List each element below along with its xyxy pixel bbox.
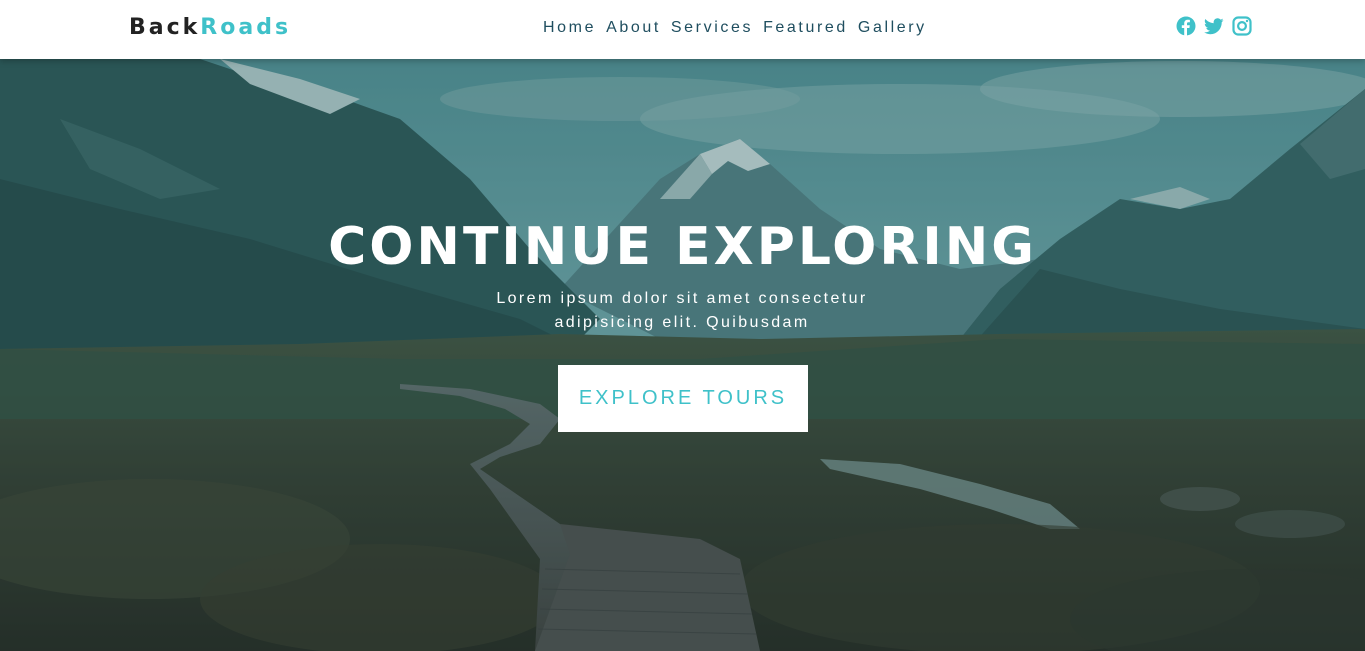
- hero-subtitle-line2: adipisicing elit. Quibusdam: [554, 314, 810, 331]
- facebook-icon[interactable]: [1176, 16, 1196, 36]
- hero-background-image: [0, 59, 1365, 651]
- nav-links: Home About Services Featured Gallery: [543, 18, 927, 38]
- hero-section: CONTINUE EXPLORING Lorem ipsum dolor sit…: [0, 59, 1365, 651]
- navbar: BackRoads Home About Services Featured G…: [0, 0, 1365, 59]
- brand-logo[interactable]: BackRoads: [129, 14, 291, 42]
- explore-tours-button[interactable]: EXPLORE TOURS: [558, 365, 808, 432]
- twitter-icon[interactable]: [1204, 16, 1224, 36]
- instagram-icon[interactable]: [1232, 16, 1252, 36]
- nav-link-services[interactable]: Services: [671, 18, 753, 38]
- nav-link-home[interactable]: Home: [543, 18, 596, 38]
- hero-subtitle: Lorem ipsum dolor sit amet consectetur a…: [432, 287, 932, 335]
- hero-title: CONTINUE EXPLORING: [328, 217, 1037, 277]
- brand-logo-part2: Roads: [200, 15, 292, 40]
- nav-link-about[interactable]: About: [606, 18, 661, 38]
- social-links: [1176, 16, 1252, 36]
- brand-logo-part1: Back: [129, 15, 201, 40]
- nav-link-gallery[interactable]: Gallery: [858, 18, 927, 38]
- hero-subtitle-line1: Lorem ipsum dolor sit amet consectetur: [496, 290, 868, 307]
- nav-link-featured[interactable]: Featured: [763, 18, 848, 38]
